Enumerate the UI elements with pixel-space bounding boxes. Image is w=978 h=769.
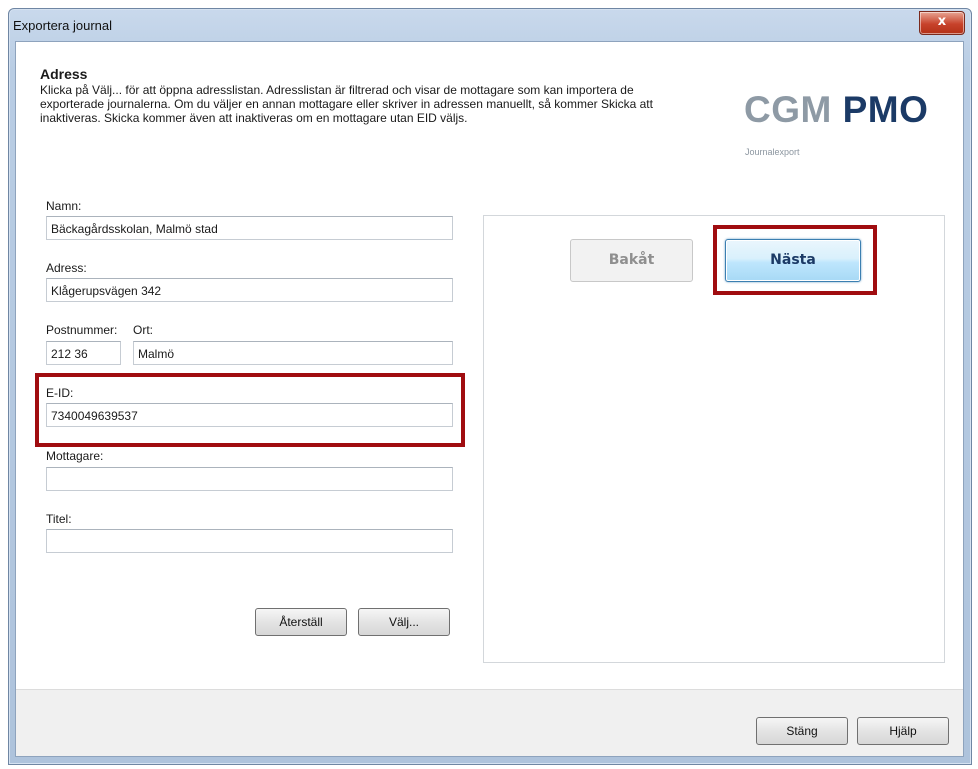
close-button[interactable]: Stäng: [756, 717, 848, 745]
ort-label: Ort:: [133, 323, 153, 337]
choose-address-button[interactable]: Välj...: [358, 608, 450, 636]
postnummer-field[interactable]: 212 36: [46, 341, 121, 365]
section-description: Klicka på Välj... för att öppna adressli…: [40, 83, 653, 125]
ort-field[interactable]: Malmö: [133, 341, 453, 365]
namn-label: Namn:: [46, 199, 82, 213]
close-window-button[interactable]: x: [919, 11, 965, 35]
cgm-pmo-logo: CGM PMO: [744, 89, 929, 130]
mottagare-label: Mottagare:: [46, 449, 104, 463]
postnummer-label: Postnummer:: [46, 323, 118, 337]
mottagare-field[interactable]: [46, 467, 453, 491]
namn-field[interactable]: Bäckagårdsskolan, Malmö stad: [46, 216, 453, 240]
logo-subtitle: Journalexport: [745, 147, 800, 157]
adress-label: Adress:: [46, 261, 87, 275]
next-highlight-box: [713, 225, 877, 295]
close-icon: x: [937, 14, 947, 29]
titel-label: Titel:: [46, 512, 72, 526]
reset-button[interactable]: Återställ: [255, 608, 347, 636]
title-bar[interactable]: Exportera journal x: [9, 9, 971, 43]
eid-highlight-box: [35, 373, 465, 447]
section-heading: Adress: [40, 66, 88, 82]
window-title: Exportera journal: [13, 18, 112, 33]
help-button[interactable]: Hjälp: [857, 717, 949, 745]
titel-field[interactable]: [46, 529, 453, 553]
back-button[interactable]: Bakåt: [570, 239, 693, 282]
adress-field[interactable]: Klågerupsvägen 342: [46, 278, 453, 302]
